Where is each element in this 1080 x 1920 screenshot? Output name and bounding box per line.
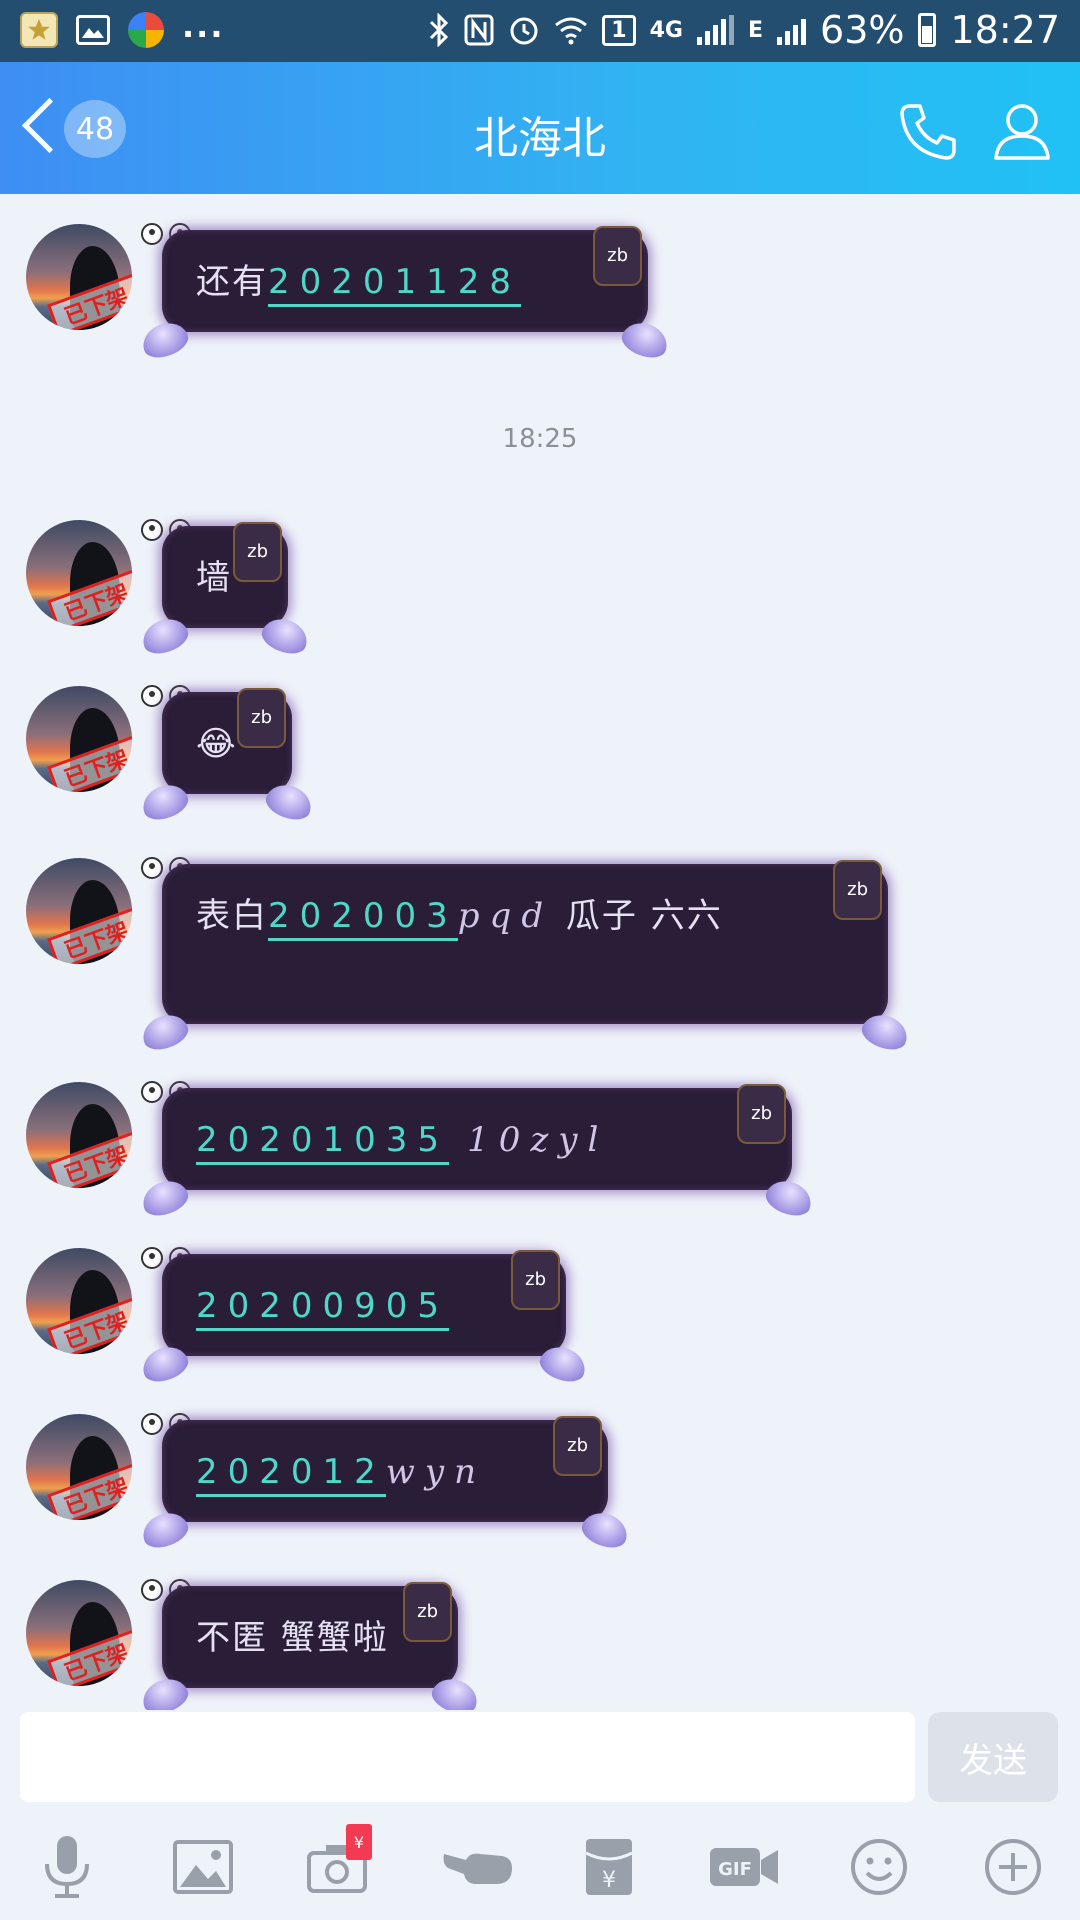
contact-profile-icon[interactable] <box>990 98 1054 162</box>
gallery-notification-icon <box>76 15 110 45</box>
red-packet-icon: ¥ <box>346 1824 372 1860</box>
message-text: 墙 <box>196 558 232 598</box>
sender-avatar[interactable]: 已下架 <box>26 686 132 792</box>
message-digits: 202003 <box>268 896 458 941</box>
zb-badge: zb <box>403 1582 452 1642</box>
message-bubble[interactable]: zb 还有20201128 <box>137 226 673 363</box>
poke-icon[interactable] <box>438 1832 518 1902</box>
sender-avatar[interactable]: 已下架 <box>26 224 132 330</box>
battery-charging-icon <box>918 13 937 47</box>
message-bubble[interactable]: zb 墙 <box>137 522 313 659</box>
alarm-icon <box>510 17 538 45</box>
message-bubble[interactable]: zb 😂 <box>137 688 317 825</box>
bluetooth-icon <box>430 13 449 47</box>
network-type-label: 4G <box>649 17 683 43</box>
battery-percentage: 63% <box>820 8 905 52</box>
zb-badge: zb <box>833 860 882 920</box>
camera-icon[interactable]: ¥ <box>302 1824 372 1902</box>
message-digits: 202012 <box>196 1452 386 1497</box>
message-bubble[interactable]: zb 不匿 蟹蟹啦 <box>137 1582 483 1719</box>
zb-badge: zb <box>593 226 642 286</box>
image-icon[interactable] <box>168 1832 238 1902</box>
message-handwriting: wyn <box>385 1452 487 1492</box>
message-bubble[interactable]: zb 表白202003pqd 瓜子 六六 <box>137 860 913 1055</box>
signal-strength-icon <box>696 15 734 45</box>
send-button[interactable]: 发送 <box>928 1712 1058 1802</box>
message-bubble[interactable]: zb 202012wyn <box>137 1416 633 1553</box>
sender-avatar[interactable]: 已下架 <box>26 1248 132 1354</box>
more-notifications-text: ... <box>182 7 225 45</box>
chat-header: 48 北海北 <box>0 62 1080 194</box>
network-type-label-2: E <box>747 17 764 43</box>
chat-messages-area[interactable]: 已下架 zb 还有20201128 18:25 已下架 zb 墙 已下架 zb … <box>0 194 1080 1719</box>
nfc-icon <box>464 14 494 46</box>
sim-slot-badge: 1 <box>602 14 636 46</box>
message-digits: 20201035 <box>196 1120 450 1165</box>
signal-strength-icon-2 <box>777 15 807 45</box>
laughing-emoji: 😂 <box>196 724 238 764</box>
message-bubble[interactable]: zb 20200905 <box>137 1250 591 1387</box>
sender-avatar[interactable]: 已下架 <box>26 858 132 964</box>
phone-call-icon[interactable] <box>896 100 960 164</box>
zb-badge: zb <box>553 1416 602 1476</box>
sender-avatar[interactable]: 已下架 <box>26 1580 132 1686</box>
message-digits: 20200905 <box>196 1286 450 1331</box>
browser-notification-icon <box>128 12 164 48</box>
gif-icon[interactable]: GIF <box>704 1832 784 1902</box>
message-handwriting: pqd <box>457 896 554 936</box>
sender-avatar[interactable]: 已下架 <box>26 1082 132 1188</box>
emoji-icon[interactable] <box>844 1832 914 1902</box>
zb-badge: zb <box>233 522 282 582</box>
message-timestamp: 18:25 <box>502 424 578 454</box>
input-toolbar: ¥ ¥ GIF <box>0 1824 1080 1912</box>
sender-avatar[interactable]: 已下架 <box>26 520 132 626</box>
zb-badge: zb <box>737 1084 786 1144</box>
message-text: 不匿 蟹蟹啦 <box>196 1618 389 1658</box>
message-handwriting: 10zyl <box>467 1120 609 1160</box>
red-envelope-icon[interactable]: ¥ <box>574 1832 644 1902</box>
svg-text:¥: ¥ <box>602 1868 616 1893</box>
message-input[interactable] <box>20 1712 915 1802</box>
status-bar: ... 1 4G E 63% 18:27 <box>0 0 1080 62</box>
zb-badge: zb <box>237 688 286 748</box>
message-text-2: 瓜子 六六 <box>553 896 723 936</box>
message-input-bar: 发送 ¥ ¥ GIF <box>0 1710 1080 1920</box>
status-time: 18:27 <box>950 8 1060 52</box>
message-bubble[interactable]: zb 20201035 10zyl <box>137 1084 817 1221</box>
sender-avatar[interactable]: 已下架 <box>26 1414 132 1520</box>
more-plus-icon[interactable] <box>978 1832 1048 1902</box>
svg-text:GIF: GIF <box>718 1859 752 1880</box>
voice-icon[interactable] <box>32 1832 102 1902</box>
zb-badge: zb <box>511 1250 560 1310</box>
message-text: 还有 <box>196 262 268 302</box>
message-digits: 20201128 <box>268 262 522 307</box>
wifi-icon <box>555 17 588 45</box>
app-notification-icon <box>20 12 58 48</box>
message-text: 表白 <box>196 896 268 936</box>
